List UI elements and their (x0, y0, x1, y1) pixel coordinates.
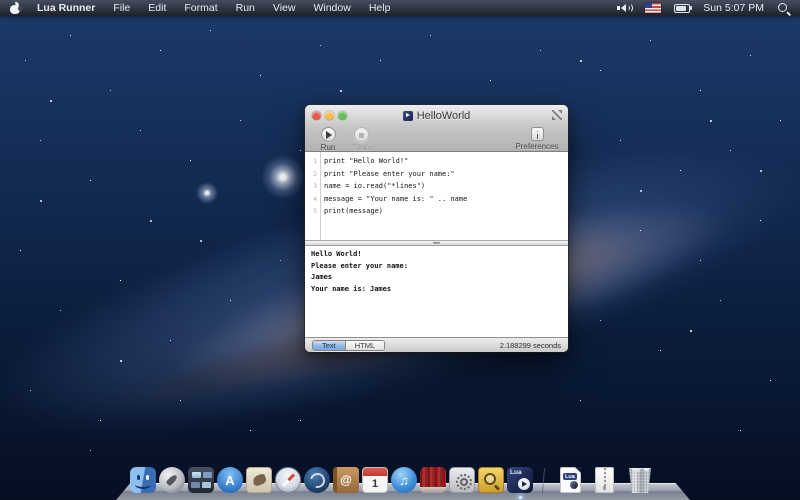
battery-icon[interactable] (674, 4, 690, 13)
code-text: print(message) (317, 207, 383, 215)
output-line: Your name is: James (311, 285, 568, 297)
code-line: 3 name = io.read("*lines") (305, 180, 568, 193)
code-line: 5 print(message) (305, 205, 568, 218)
menu-view[interactable]: View (264, 0, 305, 16)
menu-file[interactable]: File (104, 0, 139, 16)
zoom-button[interactable] (338, 111, 347, 120)
close-button[interactable] (312, 111, 321, 120)
output-line: Hello World! (311, 250, 568, 262)
contacts-at-glyph: @ (340, 473, 352, 487)
tab-html[interactable]: HTML (346, 341, 384, 350)
code-line: 1 print "Hello World!" (305, 155, 568, 168)
play-icon (321, 127, 336, 142)
dock-photo-booth-icon[interactable] (420, 467, 446, 493)
lua-runner-play-badge (518, 478, 530, 490)
toolbar: Run Stop Preferences (305, 126, 568, 152)
code-line: 4 message = "Your name is: " .. name (305, 193, 568, 206)
title-bar[interactable]: HelloWorld (305, 105, 568, 126)
stop-button[interactable]: Stop (346, 127, 376, 152)
apple-logo-icon (10, 2, 20, 15)
line-number: 1 (305, 157, 317, 165)
line-number: 5 (305, 207, 317, 215)
volume-icon[interactable] (617, 2, 632, 14)
itunes-note-glyph: ♫ (399, 473, 409, 488)
document-proxy-icon[interactable] (403, 111, 413, 121)
dock-mission-control-icon[interactable] (188, 467, 214, 493)
code-text: print "Please enter your name:" (317, 170, 455, 178)
calendar-day: 1 (363, 477, 387, 492)
dock-system-preferences-icon[interactable] (449, 467, 475, 493)
menu-app-name[interactable]: Lua Runner (28, 0, 104, 16)
lua-runner-label: Lua (510, 469, 522, 476)
dock-separator (542, 468, 545, 493)
dock-file-search-icon[interactable] (478, 467, 504, 493)
dock-finder-icon[interactable] (130, 467, 156, 493)
dock-launchpad-icon[interactable] (159, 467, 185, 493)
dock-lua-runner-icon[interactable]: Lua (507, 467, 533, 493)
output-mode-segmented-control: Text HTML (312, 340, 385, 351)
code-text: message = "Your name is: " .. name (317, 195, 467, 203)
line-number: 4 (305, 195, 317, 203)
dock: A @ 1 ♫ Lua Lua (130, 467, 652, 493)
window-title: HelloWorld (417, 110, 471, 122)
line-number: 3 (305, 182, 317, 190)
app-store-letter: A (225, 473, 234, 488)
input-language-flag-icon[interactable] (645, 3, 661, 13)
pane-splitter[interactable] (305, 240, 568, 246)
dock-zip-archive-icon[interactable] (595, 467, 614, 493)
dock-contacts-icon[interactable]: @ (333, 467, 359, 493)
menu-help[interactable]: Help (360, 0, 400, 16)
preferences-button[interactable]: Preferences (514, 127, 560, 151)
lua-document-badge: Lua (563, 473, 577, 480)
run-button[interactable]: Run (313, 127, 343, 152)
dock-documents-section: Lua (560, 467, 652, 493)
app-window-helloworld: HelloWorld Run Stop Preferences 1 print … (305, 105, 568, 352)
menu-window[interactable]: Window (304, 0, 359, 16)
stop-icon (354, 127, 369, 142)
dock-trash-icon[interactable] (628, 467, 652, 493)
menu-format[interactable]: Format (175, 0, 226, 16)
code-text: name = io.read("*lines") (317, 182, 425, 190)
dock-itunes-icon[interactable]: ♫ (391, 467, 417, 493)
spotlight-icon[interactable] (777, 2, 790, 15)
menu-edit[interactable]: Edit (139, 0, 175, 16)
dock-time-machine-icon[interactable] (304, 467, 330, 493)
code-editor[interactable]: 1 print "Hello World!" 2 print "Please e… (305, 152, 568, 240)
output-pane[interactable]: Hello World! Please enter your name: Jam… (305, 246, 568, 337)
dock-app-store-icon[interactable]: A (217, 467, 243, 493)
minimize-button[interactable] (325, 111, 334, 120)
run-button-label: Run (321, 143, 336, 152)
running-indicator (519, 496, 522, 499)
code-text: print "Hello World!" (317, 157, 408, 165)
menu-bar-status-area: Sun 5:07 PM (617, 2, 800, 15)
preferences-button-label: Preferences (515, 142, 558, 151)
status-bar: Text HTML 2.188299 seconds (305, 337, 568, 352)
dock-mail-icon[interactable] (246, 467, 272, 493)
tab-text[interactable]: Text (313, 341, 346, 350)
line-number: 2 (305, 170, 317, 178)
stop-button-label: Stop (353, 143, 369, 152)
dock-safari-icon[interactable] (275, 467, 301, 493)
window-title-wrap: HelloWorld (403, 110, 471, 122)
output-line: James (311, 273, 568, 285)
menu-bar-clock[interactable]: Sun 5:07 PM (703, 2, 764, 14)
dock-calendar-icon[interactable]: 1 (362, 467, 388, 493)
resize-icon[interactable] (552, 110, 562, 120)
preferences-icon (531, 127, 544, 141)
output-line: Please enter your name: (311, 262, 568, 274)
menu-run[interactable]: Run (227, 0, 264, 16)
code-line: 2 print "Please enter your name:" (305, 168, 568, 181)
elapsed-time: 2.188299 seconds (500, 341, 561, 350)
window-controls (312, 111, 351, 120)
dock-lua-document-icon[interactable]: Lua (560, 467, 581, 493)
menu-bar: Lua Runner File Edit Format Run View Win… (0, 0, 800, 16)
apple-menu[interactable] (0, 2, 28, 15)
